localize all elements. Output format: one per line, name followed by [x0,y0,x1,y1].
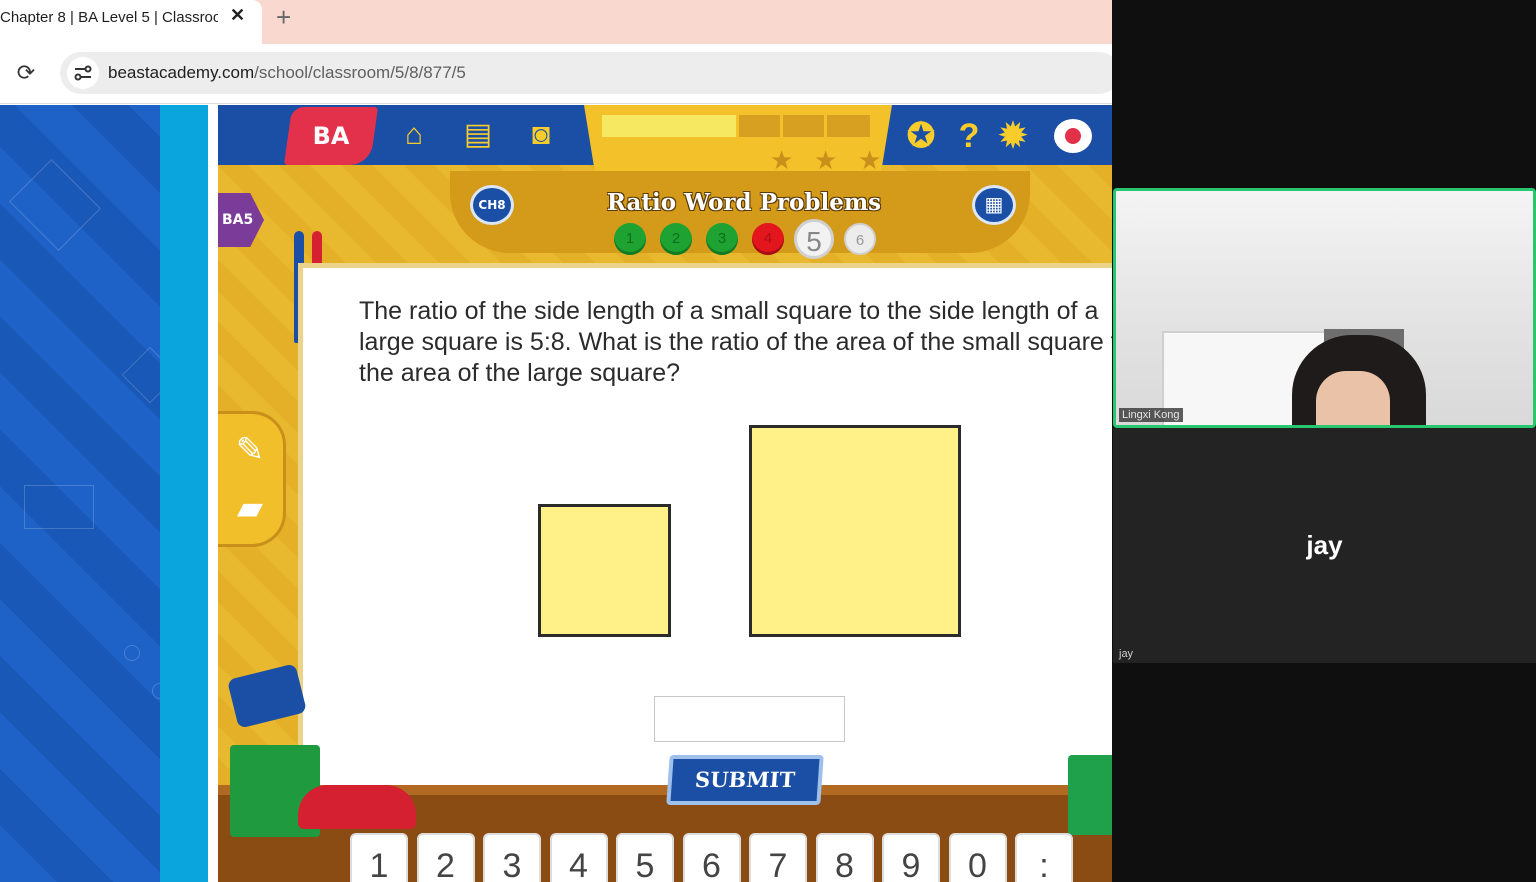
keypad-key[interactable]: 6 [682,833,741,882]
book-decor [226,663,308,729]
badge-icon[interactable]: ✪ [902,117,940,155]
progress-fill [602,115,736,137]
logout-icon[interactable] [1054,119,1092,153]
participant-name-tag: Lingxi Kong [1119,408,1183,422]
keypad-key[interactable]: 1 [350,833,408,882]
background-panel [0,105,179,882]
keypad-key[interactable]: 2 [416,833,475,882]
video-icon[interactable]: ◙ [521,115,561,155]
large-square [749,425,961,637]
stapler-decor [298,785,416,829]
problem-dot[interactable]: 3 [706,223,738,255]
keypad-key[interactable]: 4 [549,833,608,882]
problem-paper: The ratio of the side length of a small … [298,263,1112,823]
progress-board: ★ ★ ★ [584,105,892,181]
progress-divider [824,115,827,137]
progress-divider [780,115,783,137]
game-area: BA ⌂ ▤ ◙ ✪ ? ✹ ★ ★ ★ CH8 ▦ Ratio Word Pr… [218,105,1112,882]
problem-dot[interactable]: 1 [614,223,646,255]
tab-title: Chapter 8 | BA Level 5 | Classroom [0,9,218,26]
url-path: /school/classroom/5/8/877/5 [254,63,466,82]
problem-dot[interactable]: 4 [752,223,784,255]
keypad-key[interactable]: 7 [749,833,807,882]
chapter-title: Ratio Word Problems [606,189,882,216]
site-info-icon[interactable] [67,57,99,89]
decor-shape [124,645,140,661]
progress-divider [736,115,739,137]
decor-shape [9,159,101,251]
beast-academy-logo[interactable]: BA [283,107,379,165]
keypad-key[interactable]: 5 [616,833,674,882]
close-icon[interactable]: ✕ [230,5,245,26]
level-badge[interactable]: BA5 [218,193,264,247]
url-host: beastacademy.com [108,63,255,82]
participant-tile-active[interactable]: Lingxi Kong [1113,188,1536,428]
page-content: BA ⌂ ▤ ◙ ✪ ? ✹ ★ ★ ★ CH8 ▦ Ratio Word Pr… [0,105,1112,882]
settings-icon[interactable]: ✹ [994,117,1032,155]
browser-toolbar: ⟳ beastacademy.com/school/classroom/5/8/… [0,44,1112,104]
keypad-key[interactable]: : [1015,833,1073,882]
new-tab-icon[interactable]: + [276,2,291,33]
question-text: The ratio of the side length of a small … [359,297,1112,387]
answer-input[interactable] [654,696,845,742]
progress-bar [602,115,870,137]
problem-dot[interactable]: 2 [660,223,692,255]
problem-dot[interactable]: 6 [844,223,876,255]
keypad-key[interactable]: 0 [948,833,1007,882]
browser-window: Chapter 8 | BA Level 5 | Classroom ✕ + ⟳… [0,0,1112,882]
eraser-icon[interactable]: ▰ [228,486,272,530]
divider [208,105,218,882]
participant-tile[interactable]: jay jay [1113,428,1536,663]
side-stripe [160,105,208,882]
video-call-panel: Lingxi Kong jay jay [1112,0,1536,882]
reload-icon[interactable]: ⟳ [13,60,39,86]
tab-strip: Chapter 8 | BA Level 5 | Classroom ✕ + [0,0,1112,44]
active-tab[interactable]: Chapter 8 | BA Level 5 | Classroom ✕ [0,0,262,44]
mug-decor [1068,755,1112,835]
book-icon[interactable]: ▤ [458,115,498,155]
keypad-key[interactable]: 8 [815,833,874,882]
tool-panel: ✎ ▰ [218,411,286,547]
small-square [538,504,671,637]
decor-shape [24,485,94,529]
problem-dot[interactable]: 5 [794,219,834,259]
participant-display-name: jay [1306,530,1343,560]
pencil-icon[interactable]: ✎ [228,428,272,472]
help-icon[interactable]: ? [950,117,988,155]
address-bar[interactable]: beastacademy.com/school/classroom/5/8/87… [60,52,1112,94]
guide-book-icon[interactable]: ▦ [972,185,1016,225]
school-icon[interactable]: ⌂ [394,115,434,155]
chapter-badge[interactable]: CH8 [470,185,514,225]
submit-button[interactable]: SUBMIT [666,755,824,805]
participant-name-tag: jay [1119,648,1134,660]
url-text[interactable]: beastacademy.com/school/classroom/5/8/87… [108,63,466,83]
logo-text: BA [312,122,350,150]
participant-face [1316,371,1390,425]
keypad-key[interactable]: 9 [882,833,940,882]
keypad-key[interactable]: 3 [483,833,541,882]
